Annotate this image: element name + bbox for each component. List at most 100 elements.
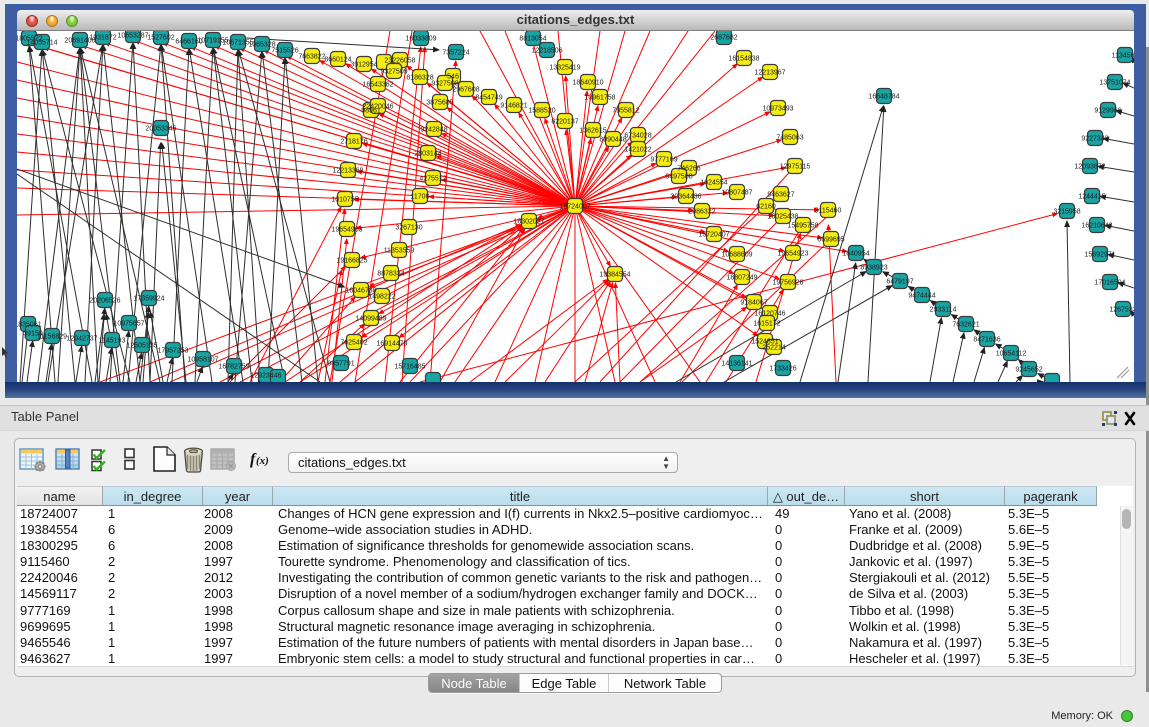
svg-text:14099489: 14099489 [355, 316, 386, 323]
svg-text:9327509: 9327509 [380, 69, 407, 76]
svg-text:6479197: 6479197 [886, 279, 913, 286]
svg-text:746266: 746266 [677, 166, 700, 173]
svg-text:12213967: 12213967 [754, 70, 785, 77]
svg-text:8813054: 8813054 [519, 36, 546, 43]
svg-text:1835061: 1835061 [17, 322, 42, 329]
svg-text:1421022: 1421022 [624, 147, 651, 154]
svg-text:18302027: 18302027 [513, 219, 544, 226]
svg-text:1615172: 1615172 [753, 321, 780, 328]
svg-text:12213369: 12213369 [332, 168, 363, 175]
svg-text:19166825: 19166825 [336, 258, 367, 265]
svg-text:62160: 62160 [756, 204, 776, 211]
svg-text:15716485: 15716485 [394, 364, 425, 371]
svg-text:9474444: 9474444 [908, 293, 935, 300]
svg-text:12218506: 12218506 [531, 48, 562, 55]
svg-text:2986322: 2986322 [688, 209, 715, 216]
svg-text:18640910: 18640910 [572, 80, 603, 87]
svg-text:2718176: 2718176 [340, 139, 367, 146]
svg-text:19654923: 19654923 [777, 251, 808, 258]
svg-text:17957253: 17957253 [157, 348, 188, 355]
svg-text:8471636: 8471636 [973, 337, 1000, 344]
svg-text:6497568: 6497568 [665, 174, 692, 181]
svg-text:1010755: 1010755 [331, 197, 358, 204]
svg-text:13751074: 13751074 [1099, 80, 1130, 87]
svg-text:10975657: 10975657 [113, 321, 144, 328]
svg-text:1134567: 1134567 [1112, 53, 1134, 60]
svg-text:19654963: 19654963 [331, 227, 362, 234]
svg-text:16648784: 16648784 [868, 94, 899, 101]
svg-text:4275512: 4275512 [419, 176, 446, 183]
svg-text:13325419: 13325419 [549, 65, 580, 72]
svg-text:9777169: 9777169 [650, 157, 677, 164]
svg-text:20053346: 20053346 [145, 126, 176, 133]
svg-text:1624554: 1624554 [700, 180, 727, 187]
svg-text:2967608: 2967608 [452, 87, 479, 94]
svg-text:12093872: 12093872 [1074, 164, 1105, 171]
svg-text:3912954: 3912954 [350, 62, 377, 69]
svg-text:19384554: 19384554 [599, 272, 630, 279]
svg-text:19756928: 19756928 [772, 280, 803, 287]
svg-text:9227342: 9227342 [1081, 136, 1108, 143]
svg-text:3875685: 3875685 [426, 100, 453, 107]
svg-text:10688609: 10688609 [721, 252, 752, 259]
svg-text:9857791: 9857791 [327, 361, 354, 368]
svg-text:16210643: 16210643 [1081, 223, 1112, 230]
svg-text:8660124: 8660124 [324, 57, 351, 64]
svg-text:9115460: 9115460 [815, 208, 842, 215]
svg-text:2803144: 2803144 [414, 151, 441, 158]
svg-text:1498222: 1498222 [368, 294, 395, 301]
svg-text:3215958: 3215958 [1053, 209, 1080, 216]
svg-text:9146821: 9146821 [500, 103, 527, 110]
svg-text:1267533: 1267533 [1109, 307, 1134, 314]
svg-text:20364436: 20364436 [670, 194, 701, 201]
svg-text:252214: 252214 [762, 345, 785, 352]
svg-text:14136141: 14136141 [721, 361, 752, 368]
svg-text:8186328: 8186328 [406, 75, 433, 82]
svg-text:(x): (x) [256, 455, 269, 467]
svg-text:15495758: 15495758 [787, 223, 818, 230]
svg-text:2687682: 2687682 [710, 35, 737, 42]
svg-text:12942737: 12942737 [66, 336, 97, 343]
svg-text:9463627: 9463627 [767, 192, 794, 199]
svg-text:1640954: 1640954 [842, 251, 869, 258]
svg-text:1145193: 1145193 [99, 338, 126, 345]
svg-text:8878334: 8878334 [377, 271, 404, 278]
svg-text:7515526: 7515526 [271, 48, 298, 55]
svg-text:11353559: 11353559 [384, 248, 415, 255]
svg-text:17016504: 17016504 [1094, 280, 1125, 287]
svg-text:1527602: 1527602 [147, 35, 174, 42]
svg-text:1362615: 1362615 [579, 128, 606, 135]
svg-text:15692971: 15692971 [1084, 252, 1115, 259]
svg-text:16120746: 16120746 [754, 311, 785, 318]
svg-text:1931872: 1931872 [89, 35, 116, 42]
svg-text:8938923: 8938923 [860, 265, 887, 272]
svg-text:9245652: 9245652 [1015, 367, 1042, 374]
svg-text:14055714: 14055714 [26, 40, 57, 47]
svg-text:7625402: 7625402 [340, 340, 367, 347]
svg-text:1244415: 1244415 [1078, 194, 1105, 201]
svg-text:18807249: 18807249 [726, 275, 757, 282]
svg-text:18724007: 18724007 [559, 204, 590, 211]
svg-text:15720407: 15720407 [698, 232, 729, 239]
svg-text:7955812: 7955812 [612, 108, 639, 115]
svg-text:7632621: 7632621 [952, 322, 979, 329]
svg-text:16543362: 16543362 [362, 82, 393, 89]
svg-text:16154838: 16154838 [728, 56, 759, 63]
svg-text:16782759: 16782759 [218, 364, 249, 371]
svg-text:12975115: 12975115 [780, 164, 811, 171]
svg-text:10654112: 10654112 [996, 351, 1027, 358]
svg-text:10653287: 10653287 [117, 33, 148, 40]
svg-text:23226058: 23226058 [384, 58, 415, 65]
svg-text:1588520: 1588520 [528, 108, 555, 115]
svg-text:7663822: 7663822 [298, 54, 325, 61]
svg-text:546: 546 [447, 74, 459, 81]
svg-text:12923446: 12923446 [250, 373, 281, 380]
svg-text:6699695: 6699695 [817, 237, 844, 244]
svg-text:16033809: 16033809 [405, 36, 436, 43]
svg-text:12505135: 12505135 [126, 343, 157, 350]
svg-text:3267130: 3267130 [395, 225, 422, 232]
svg-text:6734028: 6734028 [624, 133, 651, 140]
svg-text:10958107: 10958107 [187, 357, 218, 364]
svg-text:9129966: 9129966 [1094, 108, 1121, 115]
svg-text:8454749: 8454749 [475, 95, 502, 102]
